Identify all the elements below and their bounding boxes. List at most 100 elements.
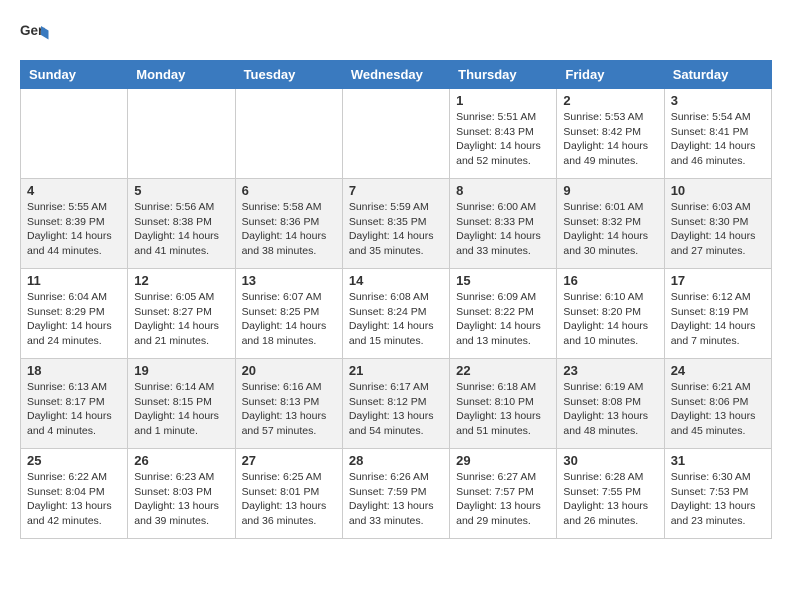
calendar-cell	[342, 89, 449, 179]
day-number: 22	[456, 363, 550, 378]
weekday-header: Monday	[128, 61, 235, 89]
logo-icon: Gen	[20, 20, 50, 50]
calendar-cell: 2 Sunrise: 5:53 AM Sunset: 8:42 PM Daylig…	[557, 89, 664, 179]
day-info: Sunrise: 6:27 AM Sunset: 7:57 PM Dayligh…	[456, 470, 550, 529]
day-number: 5	[134, 183, 228, 198]
day-info: Sunrise: 6:07 AM Sunset: 8:25 PM Dayligh…	[242, 290, 336, 349]
calendar-cell: 7Sunrise: 5:59 AM Sunset: 8:35 PM Daylig…	[342, 179, 449, 269]
day-info: Sunrise: 6:04 AM Sunset: 8:29 PM Dayligh…	[27, 290, 121, 349]
calendar-cell: 22 Sunrise: 6:18 AM Sunset: 8:10 PM Dayli…	[450, 359, 557, 449]
day-number: 4	[27, 183, 121, 198]
calendar-cell: 10 Sunrise: 6:03 AM Sunset: 8:30 PM Dayli…	[664, 179, 771, 269]
day-info: Sunrise: 6:14 AM Sunset: 8:15 PM Dayligh…	[134, 380, 228, 439]
day-number: 12	[134, 273, 228, 288]
day-info: Sunrise: 6:22 AM Sunset: 8:04 PM Dayligh…	[27, 470, 121, 529]
day-info: Sunrise: 6:00 AM Sunset: 8:33 PM Dayligh…	[456, 200, 550, 259]
day-info: Sunrise: 5:56 AM Sunset: 8:38 PM Dayligh…	[134, 200, 228, 259]
weekday-header: Saturday	[664, 61, 771, 89]
calendar-cell: 29Sunrise: 6:27 AM Sunset: 7:57 PM Dayli…	[450, 449, 557, 539]
day-number: 13	[242, 273, 336, 288]
calendar-cell: 17 Sunrise: 6:12 AM Sunset: 8:19 PM Dayli…	[664, 269, 771, 359]
calendar-cell: 1 Sunrise: 5:51 AM Sunset: 8:43 PM Daylig…	[450, 89, 557, 179]
calendar-week-row: 4Sunrise: 5:55 AM Sunset: 8:39 PM Daylig…	[21, 179, 772, 269]
calendar-cell: 28Sunrise: 6:26 AM Sunset: 7:59 PM Dayli…	[342, 449, 449, 539]
calendar-cell: 16 Sunrise: 6:10 AM Sunset: 8:20 PM Dayli…	[557, 269, 664, 359]
day-number: 1	[456, 93, 550, 108]
calendar-cell: 18Sunrise: 6:13 AM Sunset: 8:17 PM Dayli…	[21, 359, 128, 449]
calendar-cell: 30 Sunrise: 6:28 AM Sunset: 7:55 PM Dayli…	[557, 449, 664, 539]
day-info: Sunrise: 6:12 AM Sunset: 8:19 PM Dayligh…	[671, 290, 765, 349]
calendar-header-row: SundayMondayTuesdayWednesdayThursdayFrid…	[21, 61, 772, 89]
calendar-cell	[128, 89, 235, 179]
day-info: Sunrise: 5:53 AM Sunset: 8:42 PM Dayligh…	[563, 110, 657, 169]
day-info: Sunrise: 6:30 AM Sunset: 7:53 PM Dayligh…	[671, 470, 765, 529]
day-number: 25	[27, 453, 121, 468]
calendar-cell: 5 Sunrise: 5:56 AM Sunset: 8:38 PM Daylig…	[128, 179, 235, 269]
day-number: 27	[242, 453, 336, 468]
day-number: 21	[349, 363, 443, 378]
calendar-cell: 21 Sunrise: 6:17 AM Sunset: 8:12 PM Dayli…	[342, 359, 449, 449]
logo: Gen	[20, 20, 54, 50]
calendar-cell: 12 Sunrise: 6:05 AM Sunset: 8:27 PM Dayli…	[128, 269, 235, 359]
day-number: 20	[242, 363, 336, 378]
day-number: 16	[563, 273, 657, 288]
calendar-cell: 25 Sunrise: 6:22 AM Sunset: 8:04 PM Dayli…	[21, 449, 128, 539]
day-info: Sunrise: 5:51 AM Sunset: 8:43 PM Dayligh…	[456, 110, 550, 169]
day-number: 31	[671, 453, 765, 468]
day-number: 26	[134, 453, 228, 468]
day-number: 14	[349, 273, 443, 288]
day-info: Sunrise: 6:21 AM Sunset: 8:06 PM Dayligh…	[671, 380, 765, 439]
day-number: 10	[671, 183, 765, 198]
day-info: Sunrise: 6:10 AM Sunset: 8:20 PM Dayligh…	[563, 290, 657, 349]
calendar-cell: 14 Sunrise: 6:08 AM Sunset: 8:24 PM Dayli…	[342, 269, 449, 359]
calendar-cell: 15Sunrise: 6:09 AM Sunset: 8:22 PM Dayli…	[450, 269, 557, 359]
calendar-cell: 9 Sunrise: 6:01 AM Sunset: 8:32 PM Daylig…	[557, 179, 664, 269]
calendar-table: SundayMondayTuesdayWednesdayThursdayFrid…	[20, 60, 772, 539]
day-info: Sunrise: 6:08 AM Sunset: 8:24 PM Dayligh…	[349, 290, 443, 349]
day-info: Sunrise: 6:16 AM Sunset: 8:13 PM Dayligh…	[242, 380, 336, 439]
calendar-cell: 8 Sunrise: 6:00 AM Sunset: 8:33 PM Daylig…	[450, 179, 557, 269]
calendar-cell: 19Sunrise: 6:14 AM Sunset: 8:15 PM Dayli…	[128, 359, 235, 449]
day-number: 6	[242, 183, 336, 198]
day-info: Sunrise: 6:03 AM Sunset: 8:30 PM Dayligh…	[671, 200, 765, 259]
day-number: 30	[563, 453, 657, 468]
calendar-cell: 23 Sunrise: 6:19 AM Sunset: 8:08 PM Dayli…	[557, 359, 664, 449]
day-number: 8	[456, 183, 550, 198]
day-info: Sunrise: 6:23 AM Sunset: 8:03 PM Dayligh…	[134, 470, 228, 529]
day-info: Sunrise: 6:25 AM Sunset: 8:01 PM Dayligh…	[242, 470, 336, 529]
day-info: Sunrise: 5:54 AM Sunset: 8:41 PM Dayligh…	[671, 110, 765, 169]
day-info: Sunrise: 6:13 AM Sunset: 8:17 PM Dayligh…	[27, 380, 121, 439]
day-number: 17	[671, 273, 765, 288]
day-info: Sunrise: 6:18 AM Sunset: 8:10 PM Dayligh…	[456, 380, 550, 439]
day-number: 2	[563, 93, 657, 108]
calendar-cell: 3 Sunrise: 5:54 AM Sunset: 8:41 PM Daylig…	[664, 89, 771, 179]
day-info: Sunrise: 6:05 AM Sunset: 8:27 PM Dayligh…	[134, 290, 228, 349]
calendar-cell: 26 Sunrise: 6:23 AM Sunset: 8:03 PM Dayli…	[128, 449, 235, 539]
weekday-header: Tuesday	[235, 61, 342, 89]
calendar-cell: 31 Sunrise: 6:30 AM Sunset: 7:53 PM Dayli…	[664, 449, 771, 539]
day-number: 28	[349, 453, 443, 468]
calendar-cell: 4Sunrise: 5:55 AM Sunset: 8:39 PM Daylig…	[21, 179, 128, 269]
calendar-cell: 20 Sunrise: 6:16 AM Sunset: 8:13 PM Dayli…	[235, 359, 342, 449]
calendar-week-row: 1 Sunrise: 5:51 AM Sunset: 8:43 PM Daylig…	[21, 89, 772, 179]
calendar-cell	[21, 89, 128, 179]
calendar-cell: 24Sunrise: 6:21 AM Sunset: 8:06 PM Dayli…	[664, 359, 771, 449]
weekday-header: Sunday	[21, 61, 128, 89]
calendar-cell: 27 Sunrise: 6:25 AM Sunset: 8:01 PM Dayli…	[235, 449, 342, 539]
day-info: Sunrise: 5:58 AM Sunset: 8:36 PM Dayligh…	[242, 200, 336, 259]
day-number: 11	[27, 273, 121, 288]
day-info: Sunrise: 6:01 AM Sunset: 8:32 PM Dayligh…	[563, 200, 657, 259]
calendar-cell: 13 Sunrise: 6:07 AM Sunset: 8:25 PM Dayli…	[235, 269, 342, 359]
calendar-cell: 6 Sunrise: 5:58 AM Sunset: 8:36 PM Daylig…	[235, 179, 342, 269]
calendar-week-row: 11 Sunrise: 6:04 AM Sunset: 8:29 PM Dayli…	[21, 269, 772, 359]
day-info: Sunrise: 6:19 AM Sunset: 8:08 PM Dayligh…	[563, 380, 657, 439]
day-number: 9	[563, 183, 657, 198]
day-info: Sunrise: 6:17 AM Sunset: 8:12 PM Dayligh…	[349, 380, 443, 439]
calendar-week-row: 18Sunrise: 6:13 AM Sunset: 8:17 PM Dayli…	[21, 359, 772, 449]
day-number: 23	[563, 363, 657, 378]
weekday-header: Friday	[557, 61, 664, 89]
day-number: 3	[671, 93, 765, 108]
weekday-header: Thursday	[450, 61, 557, 89]
day-info: Sunrise: 6:28 AM Sunset: 7:55 PM Dayligh…	[563, 470, 657, 529]
calendar-cell: 11 Sunrise: 6:04 AM Sunset: 8:29 PM Dayli…	[21, 269, 128, 359]
